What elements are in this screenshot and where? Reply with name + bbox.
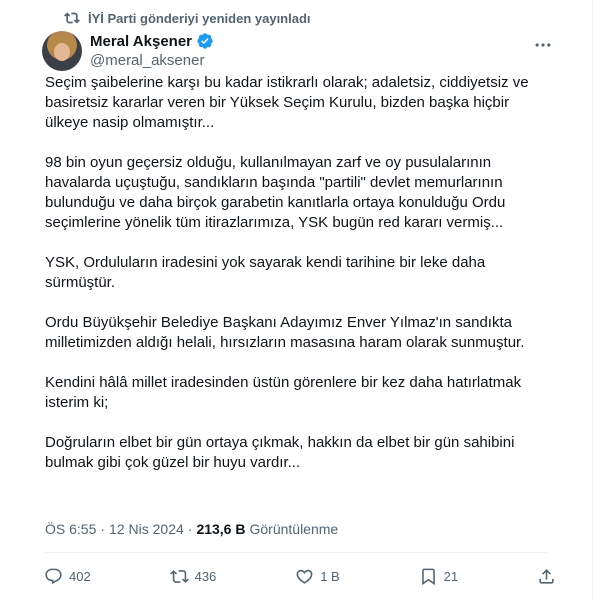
reply-count: 402 xyxy=(69,568,91,584)
tweet-text: Seçim şaibelerine karşı bu kadar istikra… xyxy=(45,73,553,493)
reply-button[interactable]: 402 xyxy=(44,567,91,586)
tweet-paragraph: Ordu Büyükşehir Belediye Başkanı Adayımı… xyxy=(45,314,525,351)
views-label: Görüntülenme xyxy=(249,521,339,537)
bookmark-icon xyxy=(421,568,435,585)
reply-icon xyxy=(45,568,62,584)
avatar[interactable] xyxy=(42,31,82,71)
share-icon xyxy=(539,568,554,584)
meta-separator: · xyxy=(187,521,193,537)
author-name[interactable]: Meral Akşener xyxy=(90,33,192,50)
tweet-header: Meral Akşener @meral_aksener xyxy=(90,31,552,71)
tweet-card: İYİ Parti gönderiyi yeniden yayınladı Me… xyxy=(0,0,593,600)
more-icon xyxy=(535,43,551,47)
tweet-paragraph: Seçim şaibelerine karşı bu kadar istikra… xyxy=(45,74,529,131)
heart-icon xyxy=(296,569,313,584)
tweet-date[interactable]: 12 Nis 2024 xyxy=(109,521,184,537)
bookmark-count: 21 xyxy=(443,568,459,584)
repost-indicator[interactable]: İYİ Parti gönderiyi yeniden yayınladı xyxy=(64,10,311,26)
tweet-time[interactable]: ÖS 6:55 xyxy=(45,521,96,537)
tweet-paragraph: Doğruların elbet bir gün ortaya çıkmak, … xyxy=(45,434,515,471)
views-count[interactable]: 213,6 B xyxy=(196,521,245,537)
repost-icon xyxy=(64,12,80,24)
repost-icon xyxy=(169,569,189,583)
tweet-paragraph: YSK, Orduluların iradesini yok sayarak k… xyxy=(45,254,486,291)
bookmark-button[interactable]: 21 xyxy=(419,567,458,586)
tweet-meta: ÖS 6:55 · 12 Nis 2024 · 213,6 B Görüntül… xyxy=(45,521,338,537)
meta-separator: · xyxy=(100,521,106,537)
share-button[interactable] xyxy=(537,567,556,586)
like-count: 1 B xyxy=(320,568,340,584)
author-handle[interactable]: @meral_aksener xyxy=(90,51,552,71)
tweet-paragraph: 98 bin oyun geçersiz olduğu, kullanılmay… xyxy=(45,154,506,231)
repost-text: İYİ Parti gönderiyi yeniden yayınladı xyxy=(88,10,311,26)
author-name-row: Meral Akşener xyxy=(90,31,552,51)
divider xyxy=(44,552,548,553)
repost-button[interactable]: 436 xyxy=(169,567,217,586)
action-bar: 402 436 1 B 21 xyxy=(44,565,556,587)
repost-count: 436 xyxy=(194,568,217,584)
like-button[interactable]: 1 B xyxy=(295,567,340,586)
more-options-button[interactable] xyxy=(532,34,554,56)
tweet-paragraph: Kendini hâlâ millet iradesinden üstün gö… xyxy=(45,374,522,411)
verified-badge-icon[interactable] xyxy=(196,32,214,50)
